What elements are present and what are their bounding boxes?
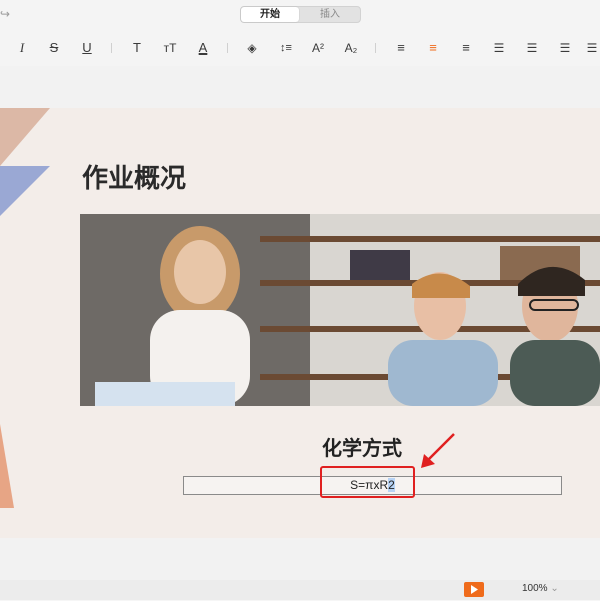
redo-icon[interactable]: ↪	[0, 7, 10, 21]
line-spacing-button[interactable]: ↕≡	[276, 39, 296, 57]
slide-title[interactable]: 作业概况	[82, 158, 186, 195]
play-slideshow-button[interactable]	[464, 582, 484, 597]
slide-photo[interactable]	[80, 214, 600, 406]
decor-triangle-orange	[0, 424, 14, 508]
align-right-button[interactable]: ≡	[456, 39, 476, 57]
mode-tabs: 开始 插入	[240, 6, 361, 23]
editor-canvas: 作业概况 化学方式 S=πxR2	[0, 66, 600, 580]
toolbar-divider	[111, 43, 112, 53]
decor-triangle-blue	[0, 166, 50, 216]
top-bar: ↪ 开始 插入	[0, 0, 600, 30]
text-size-button[interactable]: T	[127, 39, 147, 57]
play-icon	[471, 585, 478, 594]
tab-start[interactable]: 开始	[241, 7, 299, 22]
numbered-list-button[interactable]: ☰	[522, 39, 542, 57]
superscript-button[interactable]: A²	[308, 39, 328, 57]
more-list-button[interactable]: ☰	[584, 39, 600, 57]
toolbar-divider	[375, 43, 376, 53]
toolbar-divider	[227, 43, 228, 53]
zoom-dropdown[interactable]: 100% ⌄	[522, 583, 559, 594]
align-left-button[interactable]: ≡	[391, 39, 411, 57]
align-center-button[interactable]: ≡	[423, 39, 443, 57]
subscript-button[interactable]: A₂	[341, 39, 361, 57]
zoom-level: 100%	[522, 583, 548, 594]
annotation-arrow-icon	[421, 433, 455, 468]
fill-bucket-button[interactable]: ◈	[242, 39, 262, 57]
text-size-small-button[interactable]: ᴛT	[160, 39, 180, 57]
chevron-down-icon: ⌄	[550, 583, 559, 594]
annotation-highlight-box	[320, 466, 415, 498]
bullet-list-button[interactable]: ☰	[489, 39, 509, 57]
photo-image	[80, 214, 600, 406]
underline-button[interactable]: U	[77, 39, 97, 57]
format-toolbar: I S U T ᴛT A ◈ ↕≡ A² A₂ ≡ ≡ ≡ ☰ ☰ ☰ ☰	[0, 30, 600, 66]
strikethrough-button[interactable]: S	[44, 39, 64, 57]
status-bar: 100% ⌄	[0, 580, 600, 600]
tab-insert[interactable]: 插入	[300, 7, 360, 22]
indent-list-button[interactable]: ☰	[555, 39, 575, 57]
slide[interactable]: 作业概况 化学方式 S=πxR2	[0, 108, 600, 538]
decor-triangle-peach	[0, 108, 50, 166]
font-color-button[interactable]: A	[193, 39, 213, 57]
formula-heading[interactable]: 化学方式	[300, 432, 424, 461]
italic-button[interactable]: I	[12, 39, 32, 57]
